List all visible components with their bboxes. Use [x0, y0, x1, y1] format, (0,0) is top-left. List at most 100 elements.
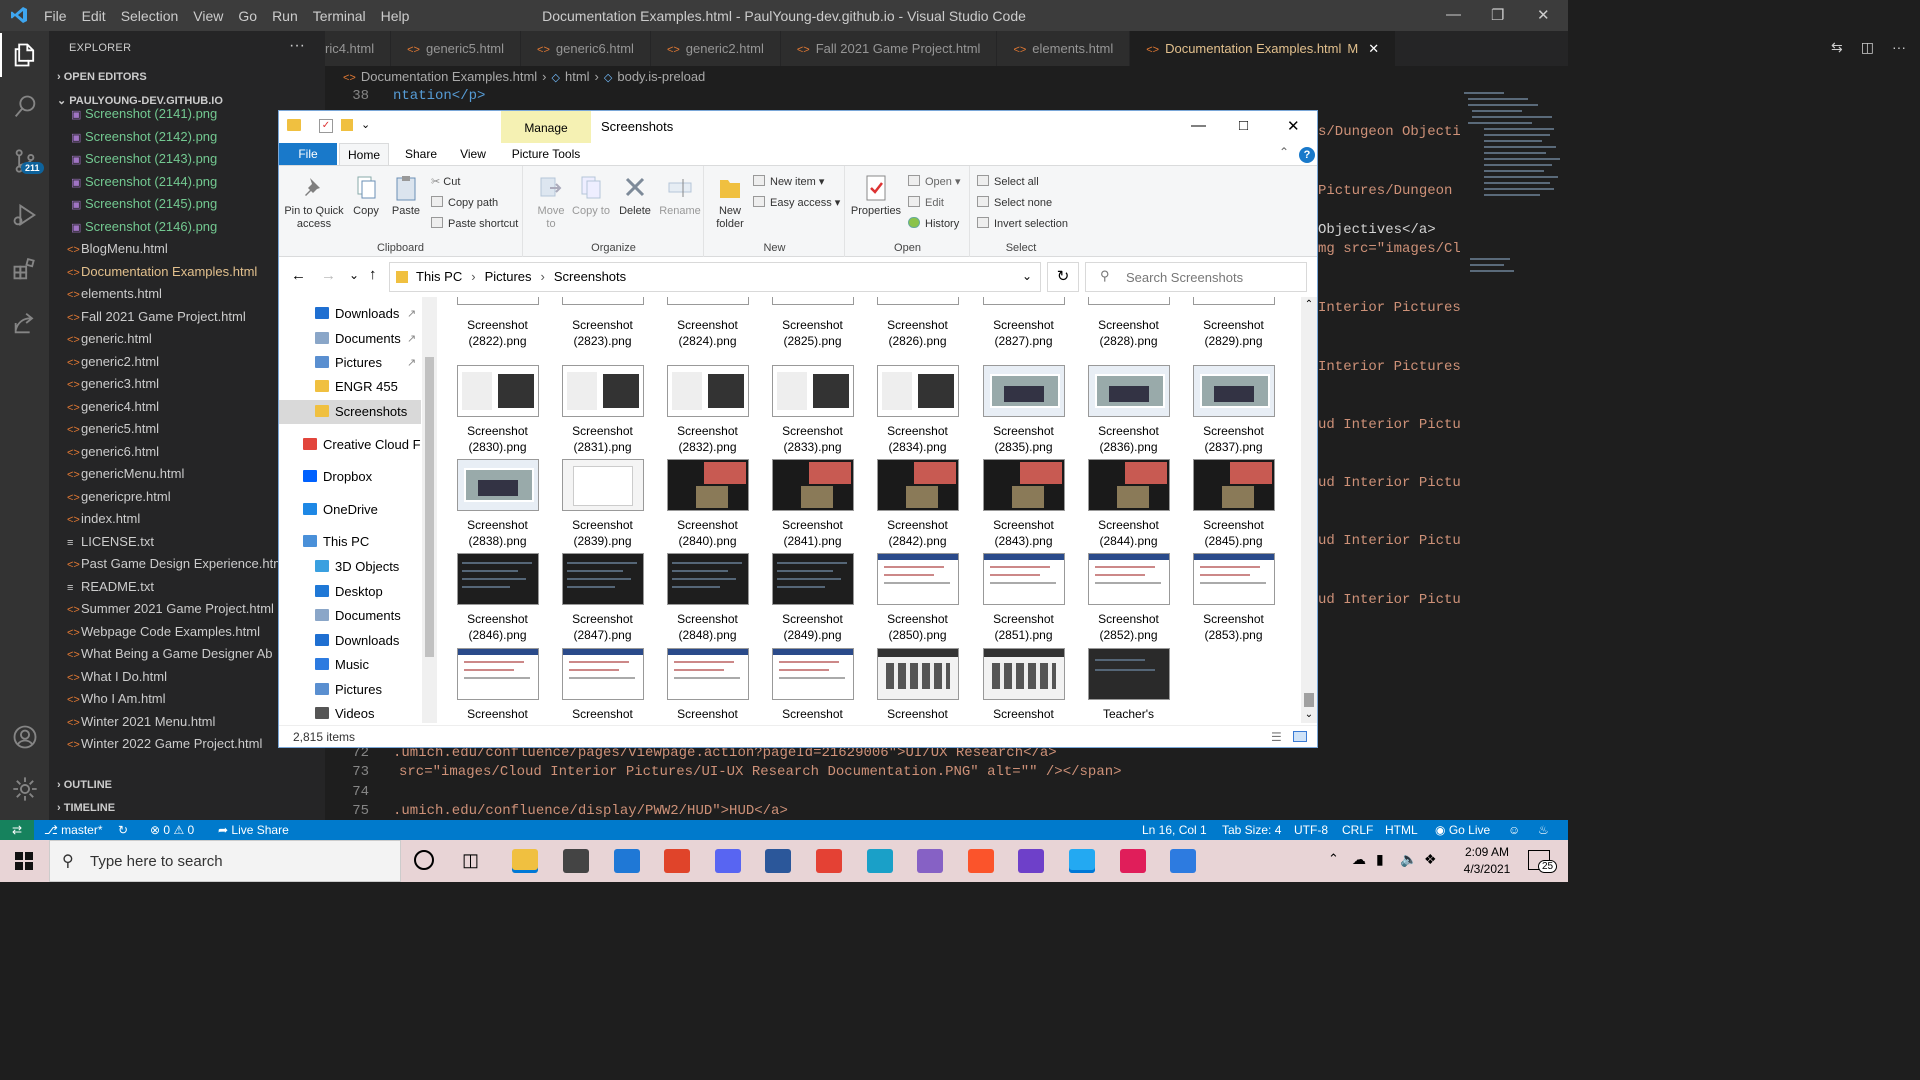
nav-item[interactable]: Videos: [279, 702, 421, 723]
menu-selection[interactable]: Selection: [121, 8, 179, 24]
cut-button[interactable]: ✂ Cut: [431, 175, 460, 189]
copy-path-button[interactable]: Copy path: [431, 196, 498, 210]
nav-item[interactable]: OneDrive: [279, 498, 421, 522]
search-icon[interactable]: [11, 93, 39, 121]
file-thumbnail[interactable]: Screenshot (2850).png: [865, 553, 970, 643]
file-thumbnail[interactable]: Screenshot(2855).png: [550, 648, 655, 723]
taskbar-search-box[interactable]: ⚲ Type here to search: [49, 840, 401, 882]
branch-indicator[interactable]: ⎇ master*: [44, 823, 103, 837]
back-arrow-icon[interactable]: ←: [291, 267, 306, 284]
open-button[interactable]: Open ▾: [908, 175, 961, 189]
maximize-button[interactable]: □: [1239, 117, 1248, 134]
encoding[interactable]: UTF-8: [1294, 823, 1328, 837]
file-thumbnail[interactable]: Screenshot (2840).png: [655, 459, 760, 549]
file-thumbnail[interactable]: Screenshot(2854).png: [445, 648, 550, 723]
file-thumbnail[interactable]: Screenshot (2836).png: [1076, 365, 1181, 455]
minimize-button[interactable]: —: [1446, 6, 1461, 23]
nav-item[interactable]: Downloads: [279, 629, 421, 653]
tab-file[interactable]: File: [279, 143, 337, 165]
file-thumbnail[interactable]: Screenshot (2827).png: [971, 297, 1076, 349]
nav-item[interactable]: Desktop: [279, 580, 421, 604]
recent-locations-icon[interactable]: ⌄: [349, 268, 359, 282]
compare-icon[interactable]: ⇆: [1831, 39, 1843, 56]
breadcrumb-item[interactable]: body.is-preload: [617, 69, 705, 84]
menu-edit[interactable]: Edit: [82, 8, 106, 24]
content-scrollbar[interactable]: ⌃ ⌄: [1301, 297, 1317, 723]
file-thumbnail[interactable]: Screenshot (2839).png: [550, 459, 655, 549]
file-thumbnail[interactable]: Screenshot (2829).png: [1181, 297, 1286, 349]
chrome-icon[interactable]: [816, 849, 842, 873]
editor-tab[interactable]: <> Fall 2021 Game Project.html: [780, 31, 998, 66]
file-thumbnail[interactable]: Screenshot (2843).png: [971, 459, 1076, 549]
menu-file[interactable]: File: [44, 8, 67, 24]
details-view-icon[interactable]: ☰: [1271, 726, 1282, 748]
vscode-icon[interactable]: [1069, 849, 1095, 873]
editor-tab[interactable]: <> elements.html: [997, 31, 1131, 66]
editor-tab[interactable]: <> generic2.html: [650, 31, 781, 66]
live-share-icon[interactable]: [11, 309, 39, 337]
nav-item[interactable]: Pictures ↗: [279, 351, 421, 375]
outline-section[interactable]: › OUTLINE: [57, 779, 112, 791]
mail-icon[interactable]: [614, 849, 640, 873]
pin-quick-access-button[interactable]: Pin to Quick access: [283, 174, 345, 231]
file-thumbnail[interactable]: Screenshot (2831).png: [550, 365, 655, 455]
account-icon[interactable]: [11, 723, 39, 751]
tab-picture-tools[interactable]: Picture Tools: [505, 143, 587, 165]
content-scroll-thumb[interactable]: [1304, 693, 1314, 707]
photos-icon[interactable]: [1170, 849, 1196, 873]
remote-icon[interactable]: ⇄: [0, 820, 34, 840]
file-thumbnail[interactable]: Screenshot(2856).png: [655, 648, 760, 723]
qat-dropdown-icon[interactable]: ⌄: [361, 118, 370, 131]
delete-button[interactable]: Delete: [616, 174, 654, 218]
close-button[interactable]: ✕: [1537, 6, 1550, 24]
close-button[interactable]: ✕: [1287, 117, 1300, 135]
discord-icon[interactable]: [715, 849, 741, 873]
address-input[interactable]: This PC › Pictures › Screenshots ⌄: [389, 262, 1041, 292]
show-hidden-icons[interactable]: ⌃: [1328, 851, 1339, 867]
up-arrow-icon[interactable]: ↑: [369, 266, 377, 283]
file-thumbnail[interactable]: Screenshot (2822).png: [445, 297, 550, 349]
paste-shortcut-button[interactable]: Paste shortcut: [431, 217, 518, 231]
dropbox-tray-icon[interactable]: ❖: [1424, 851, 1437, 868]
file-thumbnail[interactable]: Screenshot (2837).png: [1181, 365, 1286, 455]
minimize-button[interactable]: —: [1191, 117, 1206, 134]
collapse-ribbon-icon[interactable]: ⌃: [1279, 145, 1289, 159]
editor-tab[interactable]: <> generic6.html: [521, 31, 651, 66]
file-thumbnail[interactable]: Screenshot (2847).png: [550, 553, 655, 643]
file-thumbnail[interactable]: Screenshot (2825).png: [760, 297, 865, 349]
nav-item[interactable]: Pictures: [279, 678, 421, 702]
file-thumbnail[interactable]: Screenshot (2846).png: [445, 553, 550, 643]
run-debug-icon[interactable]: [11, 201, 39, 229]
nav-scrollbar[interactable]: [422, 297, 437, 723]
file-thumbnail[interactable]: Screenshot (2851).png: [971, 553, 1076, 643]
problems-indicator[interactable]: ⊗ 0 ⚠ 0: [150, 823, 194, 837]
battery-icon[interactable]: ▮: [1376, 851, 1384, 868]
nav-item[interactable]: Documents ↗: [279, 327, 421, 351]
file-thumbnail[interactable]: Screenshot (2826).png: [865, 297, 970, 349]
tab-share[interactable]: Share: [397, 143, 445, 165]
nav-item[interactable]: Music: [279, 653, 421, 677]
office-icon[interactable]: [664, 849, 690, 873]
scroll-up-icon[interactable]: ⌃: [1301, 299, 1317, 310]
volume-icon[interactable]: 🔈: [1400, 851, 1417, 868]
file-thumbnail[interactable]: Screenshot (2833).png: [760, 365, 865, 455]
more-icon[interactable]: ···: [1892, 39, 1906, 56]
minimap[interactable]: [1460, 88, 1568, 820]
timeline-section[interactable]: › TIMELINE: [57, 802, 115, 814]
file-thumbnail[interactable]: Screenshot(2858).png: [865, 648, 970, 723]
file-thumbnail[interactable]: Screenshot (2842).png: [865, 459, 970, 549]
nav-item[interactable]: Downloads ↗: [279, 302, 421, 326]
visual-studio-icon[interactable]: [917, 849, 943, 873]
edge-icon[interactable]: [867, 849, 893, 873]
language-mode[interactable]: HTML: [1385, 823, 1418, 837]
onedrive-tray-icon[interactable]: ☁: [1352, 851, 1366, 868]
manage-tab[interactable]: Manage: [501, 111, 591, 143]
explorer-icon[interactable]: [0, 33, 39, 77]
breadcrumb-item[interactable]: Documentation Examples.html: [361, 69, 537, 84]
edit-button[interactable]: Edit: [908, 196, 944, 210]
paste-button[interactable]: Paste: [387, 174, 425, 218]
live-share-button[interactable]: ➦ Live Share: [218, 823, 289, 837]
go-live-button[interactable]: ◉ Go Live: [1435, 823, 1490, 837]
menu-terminal[interactable]: Terminal: [313, 8, 366, 24]
open-editors-section[interactable]: › OPEN EDITORS: [57, 71, 147, 83]
